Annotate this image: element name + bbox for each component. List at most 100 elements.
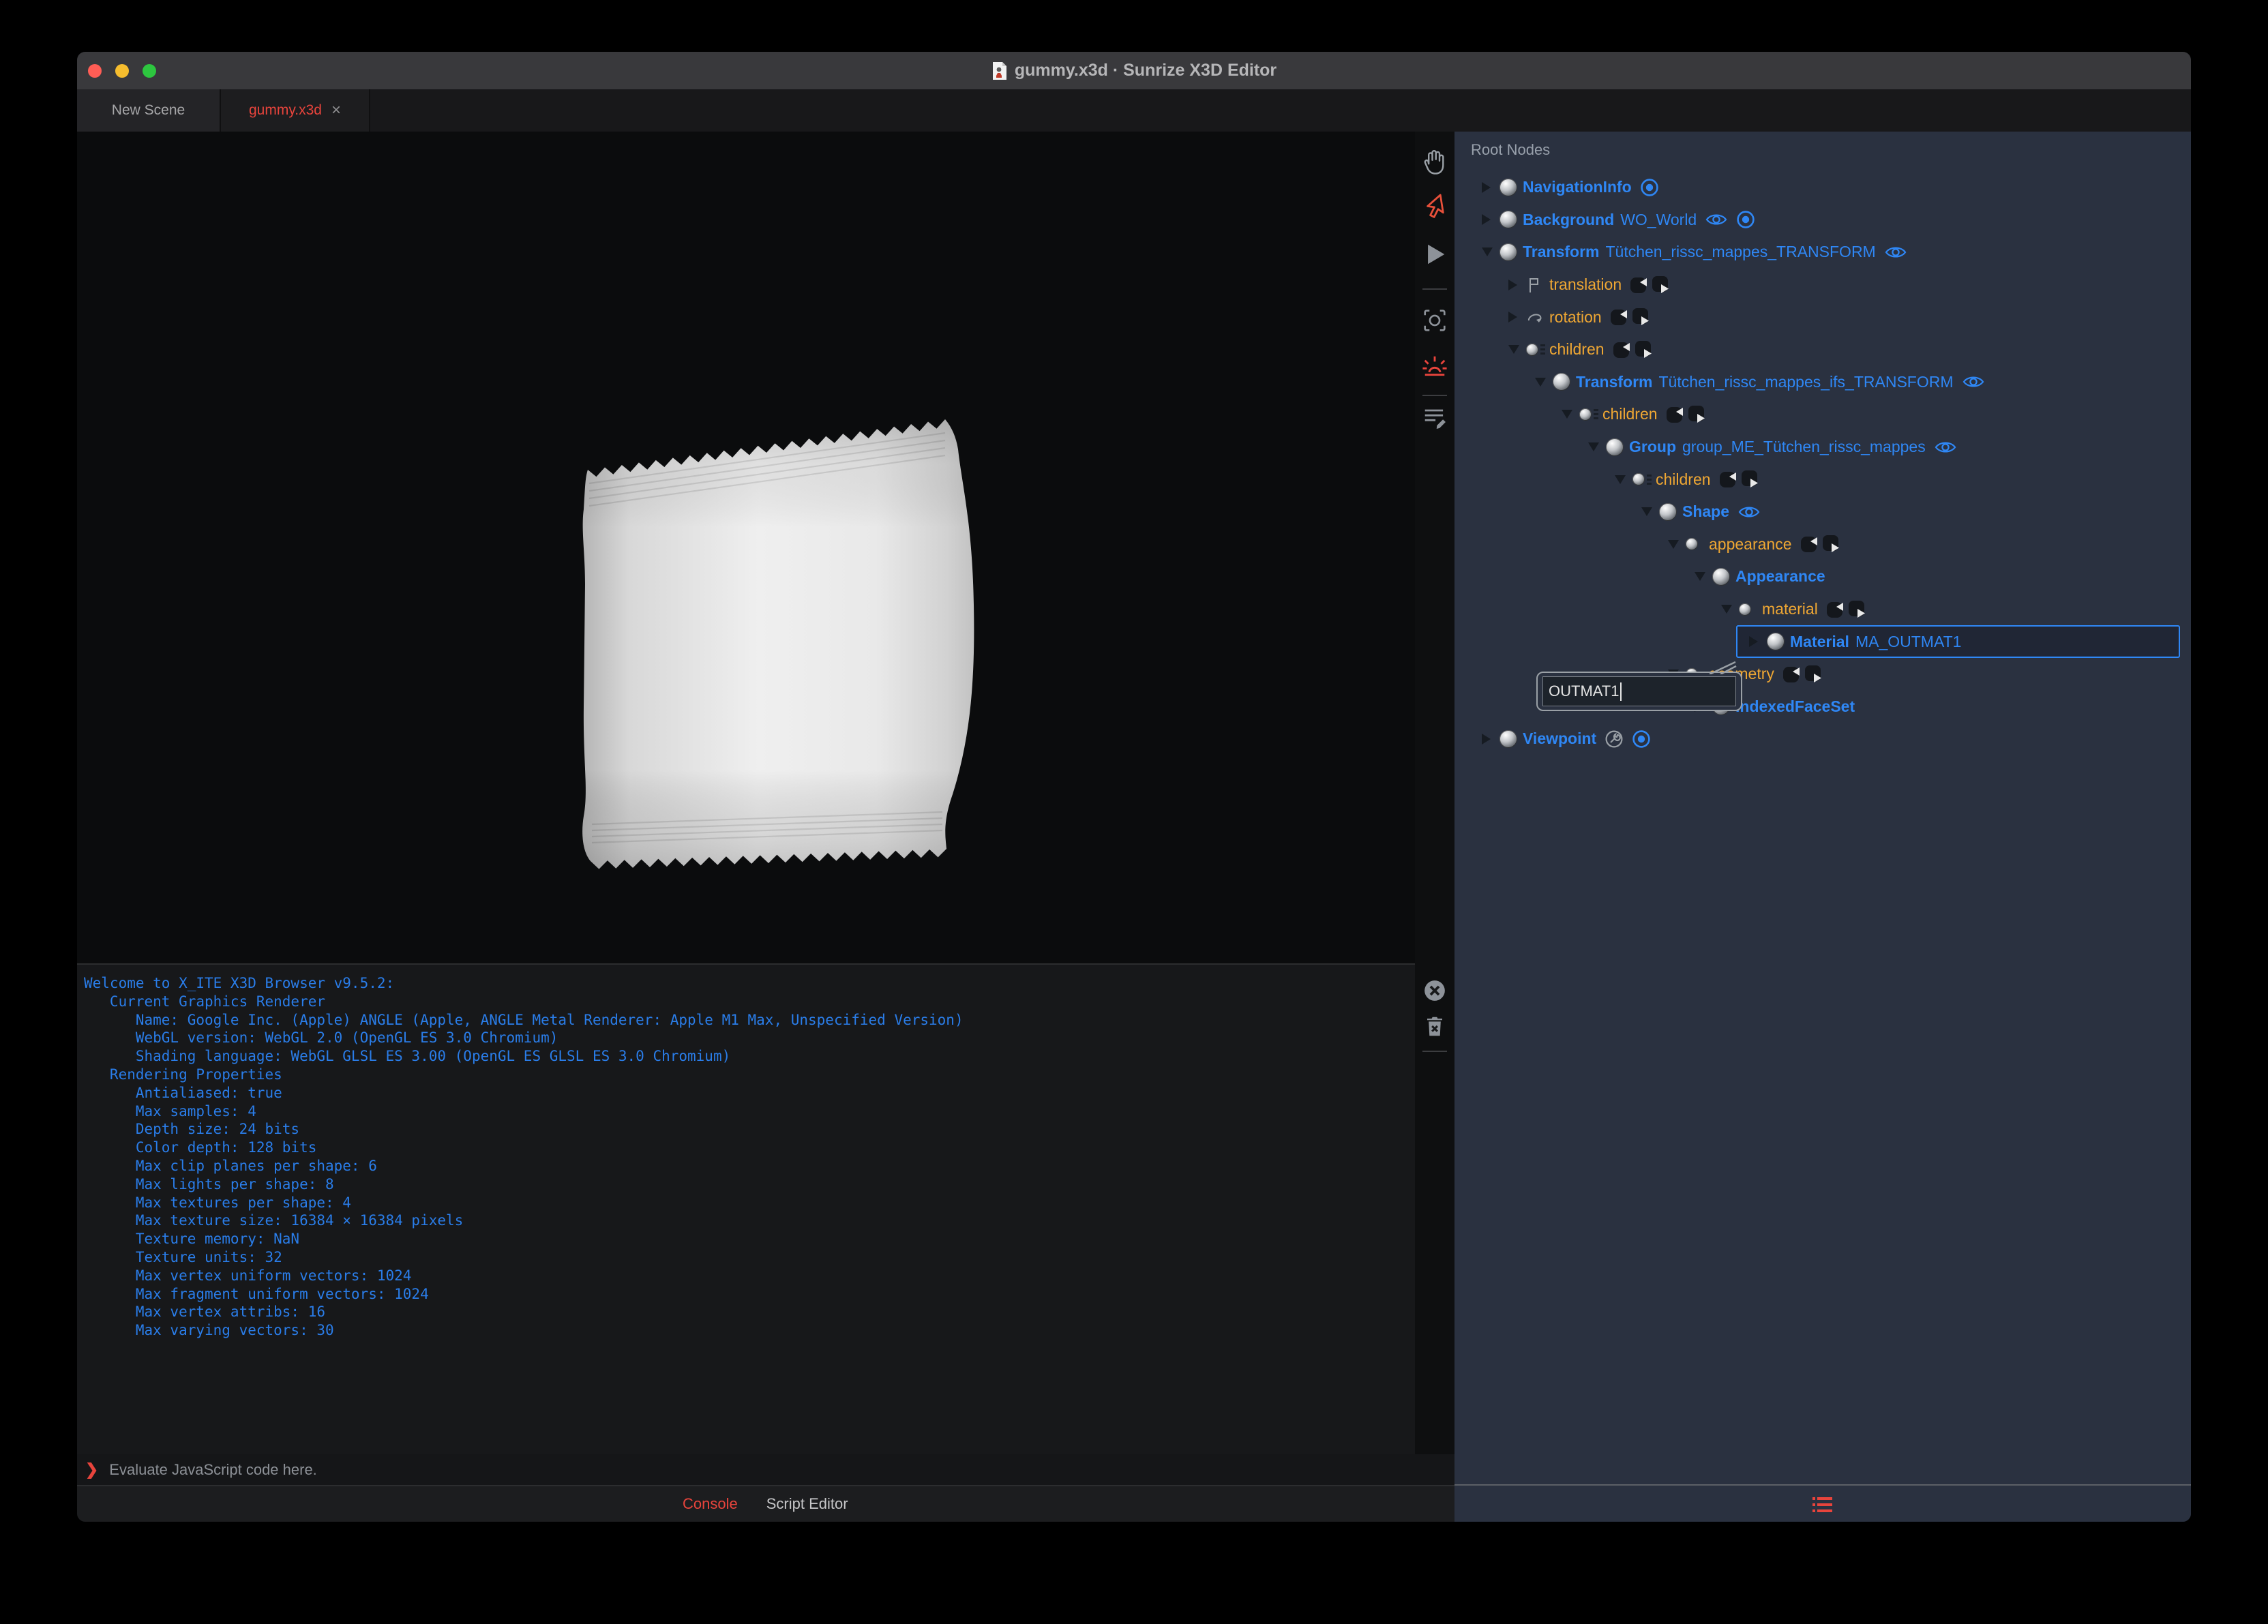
outline-panel: Root Nodes NavigationInfo Background WO_… bbox=[1454, 132, 2191, 1522]
desktop: gummy.x3d · Sunrize X3D Editor New Scene… bbox=[0, 0, 2268, 1624]
tab-gummy-x3d[interactable]: gummy.x3d × bbox=[221, 89, 370, 132]
bind-icon[interactable] bbox=[1736, 210, 1755, 229]
wrench-icon[interactable] bbox=[1605, 730, 1624, 749]
tree-row-background[interactable]: Background WO_World bbox=[1454, 204, 2191, 237]
tab-label: gummy.x3d bbox=[249, 102, 322, 118]
expander-icon[interactable] bbox=[1641, 507, 1659, 517]
tree-row-group[interactable]: Group group_ME_Tütchen_rissc_mappes bbox=[1454, 431, 2191, 464]
route-out-icon bbox=[1688, 405, 1707, 424]
route-out-icon bbox=[1635, 340, 1654, 359]
script-edit-icon[interactable] bbox=[1420, 403, 1450, 433]
expander-icon[interactable] bbox=[1588, 442, 1606, 452]
tab-console[interactable]: Console bbox=[683, 1495, 738, 1513]
route-icons[interactable] bbox=[1613, 340, 1654, 359]
expander-icon[interactable] bbox=[1482, 733, 1499, 745]
expander-icon[interactable] bbox=[1508, 312, 1526, 323]
pouch-3d-model[interactable] bbox=[566, 380, 989, 884]
tab-bar: New Scene gummy.x3d × bbox=[77, 89, 2191, 132]
title-bar[interactable]: gummy.x3d · Sunrize X3D Editor bbox=[77, 52, 2191, 89]
close-window-button[interactable] bbox=[88, 63, 102, 78]
route-out-icon bbox=[1822, 535, 1841, 554]
console-clear-icon[interactable] bbox=[1420, 976, 1450, 1006]
route-out-icon bbox=[1804, 665, 1823, 684]
expander-icon[interactable] bbox=[1482, 247, 1499, 257]
node-sphere-icon bbox=[1767, 633, 1790, 651]
field-name: children bbox=[1602, 405, 1658, 423]
trash-icon[interactable] bbox=[1420, 1011, 1450, 1041]
route-icons[interactable] bbox=[1666, 405, 1707, 424]
expander-icon[interactable] bbox=[1749, 636, 1767, 648]
camera-snapshot-icon[interactable] bbox=[1420, 305, 1450, 335]
route-icons[interactable] bbox=[1782, 665, 1823, 684]
minimize-window-button[interactable] bbox=[115, 63, 129, 78]
tab-close-icon[interactable]: × bbox=[331, 101, 341, 120]
expander-icon[interactable] bbox=[1721, 605, 1739, 614]
tree-row-shape[interactable]: Shape bbox=[1454, 496, 2191, 528]
rename-popup: OUTMAT1 bbox=[1536, 661, 1742, 711]
tree-row-rotation[interactable]: rotation bbox=[1454, 301, 2191, 333]
tree-row-material-node-selected[interactable]: Material MA_OUTMAT1 bbox=[1736, 625, 2180, 658]
node-sphere-icon bbox=[1499, 243, 1523, 261]
toolbar-divider bbox=[1422, 395, 1447, 396]
eye-icon[interactable] bbox=[1705, 211, 1728, 228]
rename-input[interactable]: OUTMAT1 bbox=[1542, 676, 1736, 706]
tree-row-material-field[interactable]: material bbox=[1454, 593, 2191, 626]
zoom-window-button[interactable] bbox=[143, 63, 156, 78]
hand-pan-tool-icon[interactable] bbox=[1420, 147, 1450, 177]
eye-icon[interactable] bbox=[1737, 504, 1761, 520]
bind-icon[interactable] bbox=[1632, 730, 1651, 749]
bind-icon[interactable] bbox=[1640, 178, 1659, 197]
tab-new-scene[interactable]: New Scene bbox=[77, 89, 221, 132]
tree-row-transform-ifs[interactable]: Transform Tütchen_rissc_mappes_ifs_TRANS… bbox=[1454, 366, 2191, 399]
field-name: translation bbox=[1549, 275, 1622, 294]
expander-icon[interactable] bbox=[1535, 377, 1553, 387]
expander-icon[interactable] bbox=[1508, 279, 1526, 290]
viewport-3d[interactable] bbox=[77, 132, 1415, 963]
console-footer: Console Script Editor bbox=[77, 1485, 1454, 1522]
node-sphere-icon bbox=[1499, 730, 1523, 748]
play-icon[interactable] bbox=[1420, 239, 1450, 269]
sfnode-field-icon bbox=[1686, 538, 1709, 551]
route-icons[interactable] bbox=[1610, 307, 1651, 327]
tree-row-children[interactable]: children bbox=[1454, 463, 2191, 496]
field-name: material bbox=[1762, 600, 1818, 618]
node-sphere-icon bbox=[1712, 567, 1735, 586]
expander-icon[interactable] bbox=[1615, 475, 1632, 484]
expander-icon[interactable] bbox=[1508, 345, 1526, 355]
prompt-placeholder: Evaluate JavaScript code here. bbox=[109, 1460, 317, 1478]
route-icons[interactable] bbox=[1826, 600, 1867, 619]
tree-row-children[interactable]: children bbox=[1454, 398, 2191, 431]
eye-icon[interactable] bbox=[1962, 374, 1985, 390]
tree-row-children[interactable]: children bbox=[1454, 333, 2191, 366]
tree-row-transform[interactable]: Transform Tütchen_rissc_mappes_TRANSFORM bbox=[1454, 236, 2191, 269]
toolbar-divider bbox=[1422, 288, 1447, 290]
expander-icon[interactable] bbox=[1695, 572, 1712, 582]
console-prompt[interactable]: ❯ Evaluate JavaScript code here. bbox=[77, 1454, 1454, 1485]
console-output[interactable]: Welcome to X_ITE X3D Browser v9.5.2: Cur… bbox=[77, 963, 1415, 1456]
select-arrow-tool-icon[interactable] bbox=[1420, 192, 1450, 222]
rotation-field-icon bbox=[1526, 309, 1549, 325]
light-sun-icon[interactable] bbox=[1420, 351, 1450, 381]
node-def-name: Tütchen_rissc_mappes_ifs_TRANSFORM bbox=[1658, 372, 1954, 391]
route-icons[interactable] bbox=[1719, 470, 1760, 489]
eye-icon[interactable] bbox=[1884, 244, 1907, 260]
expander-icon[interactable] bbox=[1482, 181, 1499, 193]
expander-icon[interactable] bbox=[1482, 214, 1499, 226]
tree-row-appearance-field[interactable]: appearance bbox=[1454, 528, 2191, 561]
field-name: children bbox=[1656, 470, 1711, 488]
scene-tree: NavigationInfo Background WO_World Trans… bbox=[1454, 171, 2191, 755]
tree-row-appearance-node[interactable]: Appearance bbox=[1454, 560, 2191, 593]
tree-row-viewpoint[interactable]: Viewpoint bbox=[1454, 723, 2191, 755]
route-icons[interactable] bbox=[1630, 275, 1671, 295]
list-view-icon[interactable] bbox=[1812, 1497, 1833, 1513]
app-window: gummy.x3d · Sunrize X3D Editor New Scene… bbox=[77, 52, 2191, 1522]
eye-icon[interactable] bbox=[1934, 439, 1957, 455]
vec3f-field-icon bbox=[1526, 276, 1549, 294]
node-def-name: Tütchen_rissc_mappes_TRANSFORM bbox=[1605, 243, 1876, 261]
tab-script-editor[interactable]: Script Editor bbox=[766, 1495, 848, 1513]
route-icons[interactable] bbox=[1800, 535, 1841, 554]
tree-row-translation[interactable]: translation bbox=[1454, 269, 2191, 301]
expander-icon[interactable] bbox=[1668, 539, 1686, 549]
tree-row-navigationinfo[interactable]: NavigationInfo bbox=[1454, 171, 2191, 204]
expander-icon[interactable] bbox=[1562, 410, 1579, 419]
